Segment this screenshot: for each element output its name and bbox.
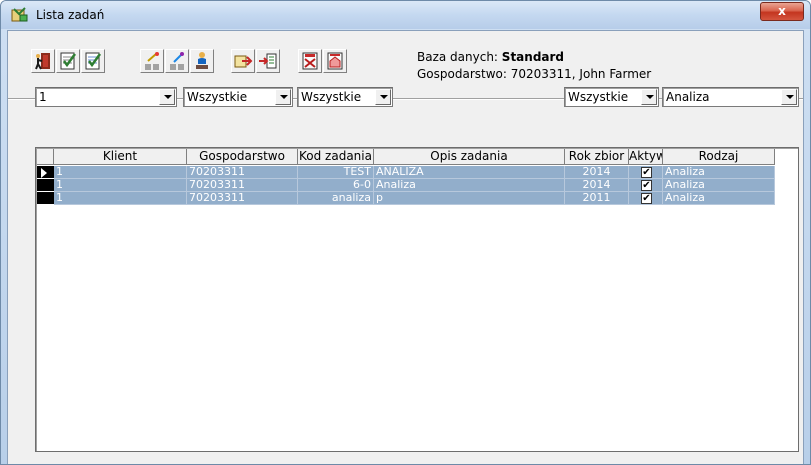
edit-task-icon bbox=[170, 52, 184, 70]
column-header-rok-zbioru[interactable]: Rok zbior bbox=[565, 149, 629, 165]
cell-rodzaj[interactable]: Analiza bbox=[663, 179, 775, 192]
cell-gospodarstwo[interactable]: 70203311 bbox=[187, 192, 298, 205]
cell-klient[interactable]: 1 bbox=[54, 166, 187, 179]
table-row[interactable]: 1 70203311 TEST ANALIZA 2014 ✔ Analiza bbox=[37, 166, 777, 179]
type-filter-value: Analiza bbox=[666, 90, 710, 104]
cell-gospodarstwo[interactable]: 70203311 bbox=[187, 166, 298, 179]
farm-filter-select[interactable]: Wszystkie bbox=[183, 87, 293, 107]
chevron-down-icon[interactable] bbox=[375, 89, 391, 105]
edit-task-button[interactable] bbox=[165, 49, 189, 73]
import-button[interactable] bbox=[256, 49, 280, 73]
exit-door-icon bbox=[35, 53, 50, 70]
cell-aktywne[interactable]: ✔ bbox=[629, 179, 663, 192]
tasks-edit-button[interactable] bbox=[81, 49, 105, 73]
active-checkbox[interactable]: ✔ bbox=[641, 193, 652, 204]
client-filter-select[interactable]: 1 bbox=[35, 87, 177, 107]
report-alt-icon bbox=[327, 52, 343, 70]
title-bar: Lista zadań x bbox=[1, 1, 810, 29]
chevron-down-icon[interactable] bbox=[275, 89, 291, 105]
cell-rodzaj[interactable]: Analiza bbox=[663, 192, 775, 205]
tasks-button[interactable] bbox=[56, 49, 80, 73]
report-alt-button[interactable] bbox=[323, 49, 347, 73]
cell-aktywne[interactable]: ✔ bbox=[629, 192, 663, 205]
column-header-kod-zadania[interactable]: Kod zadania bbox=[298, 149, 374, 165]
cell-kod-zadania[interactable]: 6-0 bbox=[298, 179, 374, 192]
row-pointer-icon bbox=[41, 168, 47, 178]
cell-klient[interactable]: 1 bbox=[54, 179, 187, 192]
task-filter-value: Wszystkie bbox=[301, 90, 362, 104]
cell-rok-zbioru[interactable]: 2014 bbox=[565, 179, 629, 192]
new-task-icon bbox=[145, 52, 159, 70]
report-button[interactable] bbox=[298, 49, 322, 73]
database-label: Baza danych: bbox=[417, 50, 502, 64]
checklist-icon bbox=[60, 52, 77, 70]
chevron-down-icon[interactable] bbox=[159, 89, 175, 105]
column-header-aktywne[interactable]: Aktyw bbox=[629, 149, 663, 165]
cell-klient[interactable]: 1 bbox=[54, 192, 187, 205]
worker-button[interactable] bbox=[190, 49, 214, 73]
cell-rok-zbioru[interactable]: 2014 bbox=[565, 166, 629, 179]
cell-opis-zadania[interactable]: p bbox=[374, 192, 565, 205]
row-indicator[interactable] bbox=[37, 192, 54, 205]
exit-button[interactable] bbox=[31, 49, 55, 73]
active-checkbox[interactable]: ✔ bbox=[641, 167, 652, 178]
new-task-button[interactable] bbox=[140, 49, 164, 73]
table-row[interactable]: 1 70203311 analiza p 2011 ✔ Analiza bbox=[37, 192, 777, 205]
worker-icon bbox=[196, 52, 208, 69]
column-header-klient[interactable]: Klient bbox=[54, 149, 187, 165]
client-filter-value: 1 bbox=[39, 90, 47, 104]
export-button[interactable] bbox=[231, 49, 255, 73]
import-icon bbox=[259, 53, 277, 69]
status-filter-value: Wszystkie bbox=[568, 90, 629, 104]
task-grid[interactable]: Klient Gospodarstwo Kod zadania Opis zad… bbox=[35, 147, 799, 452]
cell-kod-zadania[interactable]: TEST bbox=[298, 166, 374, 179]
table-row[interactable]: 1 70203311 6-0 Analiza 2014 ✔ Analiza bbox=[37, 179, 777, 192]
column-header-opis-zadania[interactable]: Opis zadania bbox=[374, 149, 565, 165]
cell-opis-zadania[interactable]: Analiza bbox=[374, 179, 565, 192]
cell-opis-zadania[interactable]: ANALIZA bbox=[374, 166, 565, 179]
cell-kod-zadania[interactable]: analiza bbox=[298, 192, 374, 205]
close-button[interactable]: x bbox=[760, 2, 804, 21]
task-list-window: Lista zadań x Baza danych: Standard Gosp… bbox=[0, 0, 811, 465]
farm-info: Gospodarstwo: 70203311, John Farmer bbox=[417, 67, 652, 81]
type-filter-select[interactable]: Analiza bbox=[662, 87, 799, 107]
column-header-gospodarstwo[interactable]: Gospodarstwo bbox=[187, 149, 298, 165]
cell-aktywne[interactable]: ✔ bbox=[629, 166, 663, 179]
row-indicator[interactable] bbox=[37, 166, 54, 179]
cell-rodzaj[interactable]: Analiza bbox=[663, 166, 775, 179]
status-filter-select[interactable]: Wszystkie bbox=[564, 87, 659, 107]
chevron-down-icon[interactable] bbox=[641, 89, 657, 105]
task-filter-select[interactable]: Wszystkie bbox=[297, 87, 393, 107]
column-header-rodzaj[interactable]: Rodzaj bbox=[663, 149, 775, 165]
chevron-down-icon[interactable] bbox=[781, 89, 797, 105]
active-checkbox[interactable]: ✔ bbox=[641, 180, 652, 191]
report-icon bbox=[302, 52, 318, 70]
checklist-edit-icon bbox=[85, 52, 102, 70]
app-icon bbox=[11, 7, 28, 22]
cell-gospodarstwo[interactable]: 70203311 bbox=[187, 179, 298, 192]
grid-corner-header bbox=[37, 149, 54, 165]
cell-rok-zbioru[interactable]: 2011 bbox=[565, 192, 629, 205]
window-title: Lista zadań bbox=[36, 8, 105, 22]
database-value: Standard bbox=[501, 50, 565, 64]
row-indicator[interactable] bbox=[37, 179, 54, 192]
database-info: Baza danych: Standard Gospodarstwo: 7020… bbox=[417, 49, 651, 83]
farm-filter-value: Wszystkie bbox=[187, 90, 248, 104]
export-icon bbox=[234, 55, 253, 68]
